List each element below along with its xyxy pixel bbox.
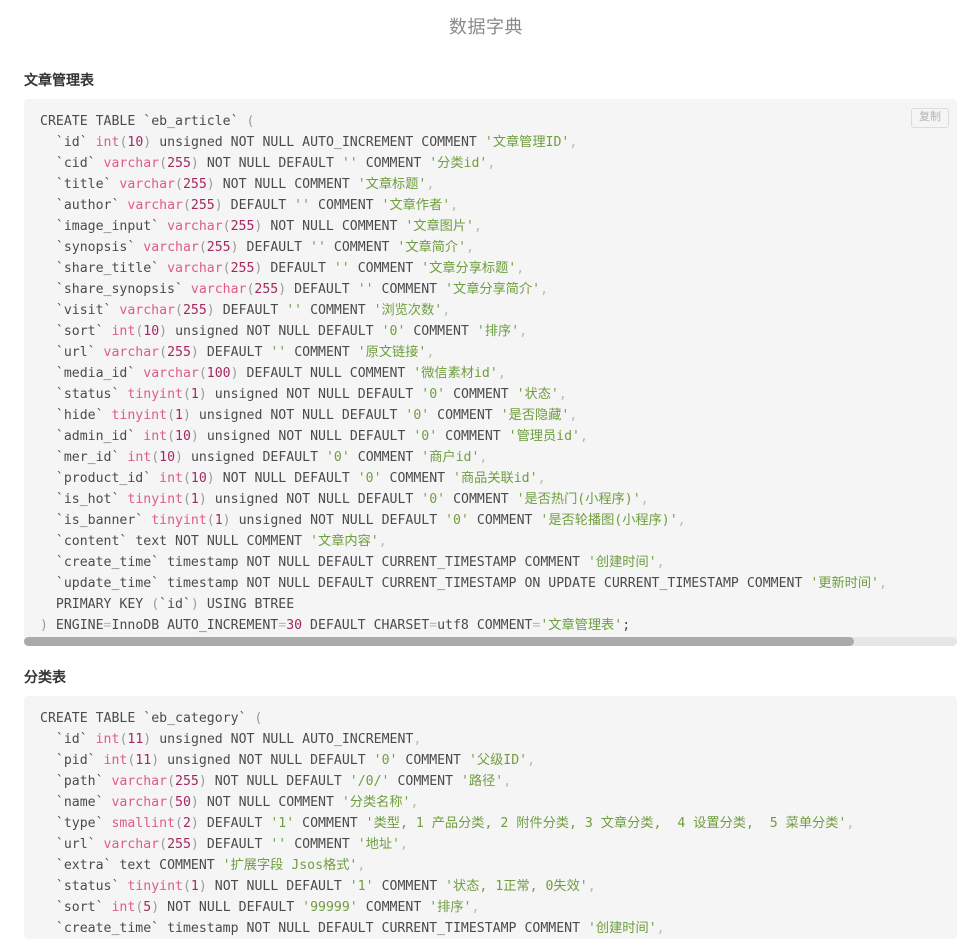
sql-code-article: CREATE TABLE `eb_article` ( `id` int(10)…	[40, 114, 887, 633]
copy-button[interactable]: 复制	[911, 108, 949, 129]
data-dictionary-page: 数据字典 文章管理表 复制 CREATE TABLE `eb_article` …	[0, 0, 972, 942]
code-block-article[interactable]: CREATE TABLE `eb_article` ( `id` int(10)…	[24, 99, 957, 646]
section-category-table: 分类表 CREATE TABLE `eb_category` ( `id` in…	[0, 670, 972, 939]
horizontal-scrollbar-track[interactable]	[24, 637, 957, 646]
section-article-table: 文章管理表 复制 CREATE TABLE `eb_article` ( `id…	[0, 73, 972, 646]
code-block-category[interactable]: CREATE TABLE `eb_category` ( `id` int(11…	[24, 696, 957, 939]
horizontal-scrollbar-thumb[interactable]	[24, 637, 855, 646]
page-title: 数据字典	[449, 17, 523, 37]
section-heading-category: 分类表	[24, 669, 66, 685]
code-wrap-article: 复制 CREATE TABLE `eb_article` ( `id` int(…	[24, 99, 957, 646]
code-wrap-category: CREATE TABLE `eb_category` ( `id` int(11…	[24, 696, 957, 939]
sql-code-category: CREATE TABLE `eb_category` ( `id` int(11…	[40, 711, 855, 936]
section-heading-article: 文章管理表	[24, 72, 94, 88]
